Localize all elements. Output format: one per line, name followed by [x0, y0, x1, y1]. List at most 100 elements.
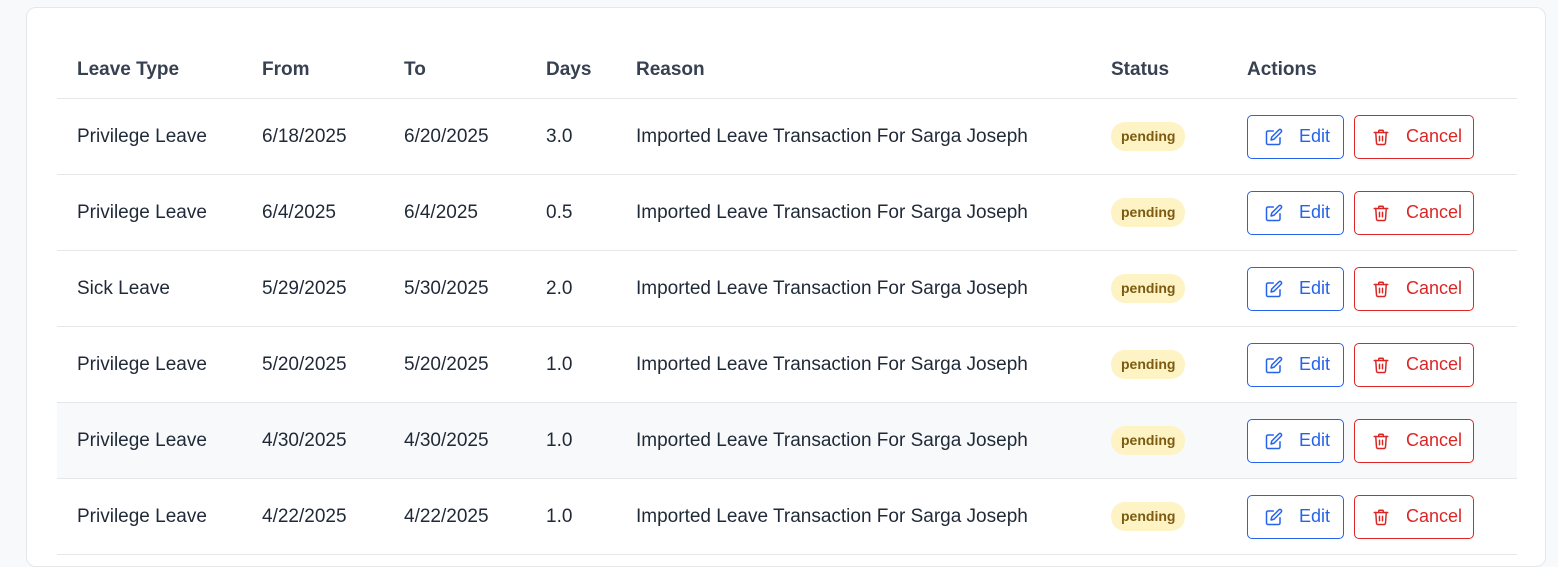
- leave-type-cell: Sick Leave: [77, 277, 170, 299]
- trash-icon: [1373, 129, 1389, 145]
- status-badge: pending: [1111, 198, 1186, 227]
- reason-cell: Imported Leave Transaction For Sarga Jos…: [636, 277, 1028, 299]
- days-cell: 1.0: [546, 505, 573, 527]
- cancel-button-label: Cancel: [1406, 278, 1463, 298]
- trash-icon: [1373, 205, 1389, 221]
- to-date-cell: 5/30/2025: [404, 277, 489, 299]
- status-badge: pending: [1111, 502, 1186, 531]
- cancel-button[interactable]: Cancel: [1354, 114, 1474, 159]
- actions-cell: Edit Cancel: [1247, 99, 1474, 174]
- reason-cell: Imported Leave Transaction For Sarga Jos…: [636, 125, 1028, 147]
- leave-type-cell: Privilege Leave: [77, 125, 207, 147]
- reason-cell: Imported Leave Transaction For Sarga Jos…: [636, 429, 1028, 451]
- cancel-button[interactable]: Cancel: [1354, 342, 1474, 387]
- status-cell: pending: [1111, 99, 1186, 174]
- edit-button-label: Edit: [1299, 278, 1331, 298]
- reason-cell: Imported Leave Transaction For Sarga Jos…: [636, 353, 1028, 375]
- days-cell: 2.0: [546, 277, 573, 299]
- from-date-cell: 6/4/2025: [262, 201, 336, 223]
- cancel-button[interactable]: Cancel: [1354, 266, 1474, 311]
- table-row: Privilege Leave 5/20/2025 5/20/2025 1.0 …: [57, 327, 1517, 403]
- edit-button[interactable]: Edit: [1247, 418, 1344, 463]
- edit-button-label: Edit: [1299, 202, 1331, 222]
- from-date-cell: 5/29/2025: [262, 277, 347, 299]
- edit-button-label: Edit: [1299, 506, 1331, 526]
- status-badge: pending: [1111, 426, 1186, 455]
- status-cell: pending: [1111, 403, 1186, 478]
- edit-button[interactable]: Edit: [1247, 190, 1344, 235]
- from-date-cell: 6/18/2025: [262, 125, 347, 147]
- table-row: Privilege Leave 4/22/2025 4/22/2025 1.0 …: [57, 479, 1517, 555]
- trash-icon: [1373, 357, 1389, 373]
- edit-button[interactable]: Edit: [1247, 114, 1344, 159]
- edit-button-label: Edit: [1299, 126, 1331, 146]
- actions-cell: Edit Cancel: [1247, 175, 1474, 250]
- to-date-cell: 4/30/2025: [404, 429, 489, 451]
- table-row: Sick Leave 5/29/2025 5/30/2025 2.0 Impor…: [57, 251, 1517, 327]
- status-cell: pending: [1111, 175, 1186, 250]
- to-date-cell: 4/22/2025: [404, 505, 489, 527]
- header-days: Days: [546, 59, 592, 80]
- table-row: Privilege Leave 6/18/2025 6/20/2025 3.0 …: [57, 99, 1517, 175]
- trash-icon: [1373, 281, 1389, 297]
- edit-button[interactable]: Edit: [1247, 494, 1344, 539]
- cancel-button-label: Cancel: [1406, 430, 1463, 450]
- cancel-button[interactable]: Cancel: [1354, 418, 1474, 463]
- status-badge: pending: [1111, 274, 1186, 303]
- edit-icon: [1265, 356, 1283, 373]
- table-row: Privilege Leave 6/4/2025 6/4/2025 0.5 Im…: [57, 175, 1517, 251]
- edit-icon: [1265, 128, 1283, 145]
- status-cell: pending: [1111, 479, 1186, 554]
- actions-cell: Edit Cancel: [1247, 251, 1474, 326]
- edit-icon: [1265, 508, 1283, 525]
- edit-button-label: Edit: [1299, 430, 1331, 450]
- from-date-cell: 4/30/2025: [262, 429, 347, 451]
- header-from: From: [262, 59, 310, 80]
- edit-icon: [1265, 204, 1283, 221]
- leave-type-cell: Privilege Leave: [77, 201, 207, 223]
- header-actions: Actions: [1247, 59, 1317, 80]
- cancel-button[interactable]: Cancel: [1354, 190, 1474, 235]
- cancel-button-label: Cancel: [1406, 202, 1463, 222]
- to-date-cell: 5/20/2025: [404, 353, 489, 375]
- to-date-cell: 6/4/2025: [404, 201, 478, 223]
- actions-cell: Edit Cancel: [1247, 403, 1474, 478]
- days-cell: 1.0: [546, 429, 573, 451]
- cancel-button-label: Cancel: [1406, 506, 1463, 526]
- edit-icon: [1265, 432, 1283, 449]
- table-body: Privilege Leave 6/18/2025 6/20/2025 3.0 …: [57, 99, 1517, 555]
- trash-icon: [1373, 433, 1389, 449]
- from-date-cell: 5/20/2025: [262, 353, 347, 375]
- header-to: To: [404, 59, 426, 80]
- cancel-button-label: Cancel: [1406, 126, 1463, 146]
- edit-button-label: Edit: [1299, 354, 1331, 374]
- header-status: Status: [1111, 59, 1170, 80]
- edit-button[interactable]: Edit: [1247, 342, 1344, 387]
- actions-cell: Edit Cancel: [1247, 479, 1474, 554]
- to-date-cell: 6/20/2025: [404, 125, 489, 147]
- reason-cell: Imported Leave Transaction For Sarga Jos…: [636, 201, 1028, 223]
- header-leave-type: Leave Type: [77, 59, 180, 80]
- cancel-button[interactable]: Cancel: [1354, 494, 1474, 539]
- leave-type-cell: Privilege Leave: [77, 353, 207, 375]
- leave-table: Leave Type From To Days Reason Status Ac…: [57, 42, 1517, 555]
- table-row: Privilege Leave 4/30/2025 4/30/2025 1.0 …: [57, 403, 1517, 479]
- actions-cell: Edit Cancel: [1247, 327, 1474, 402]
- edit-icon: [1265, 280, 1283, 297]
- table-header-row: Leave Type From To Days Reason Status Ac…: [57, 42, 1517, 99]
- status-cell: pending: [1111, 327, 1186, 402]
- status-cell: pending: [1111, 251, 1186, 326]
- status-badge: pending: [1111, 122, 1186, 151]
- reason-cell: Imported Leave Transaction For Sarga Jos…: [636, 505, 1028, 527]
- days-cell: 1.0: [546, 353, 573, 375]
- edit-button[interactable]: Edit: [1247, 266, 1344, 311]
- from-date-cell: 4/22/2025: [262, 505, 347, 527]
- leave-table-card: Leave Type From To Days Reason Status Ac…: [26, 7, 1546, 567]
- header-reason: Reason: [636, 59, 705, 80]
- days-cell: 3.0: [546, 125, 573, 147]
- trash-icon: [1373, 509, 1389, 525]
- cancel-button-label: Cancel: [1406, 354, 1463, 374]
- days-cell: 0.5: [546, 201, 573, 223]
- leave-type-cell: Privilege Leave: [77, 505, 207, 527]
- status-badge: pending: [1111, 350, 1186, 379]
